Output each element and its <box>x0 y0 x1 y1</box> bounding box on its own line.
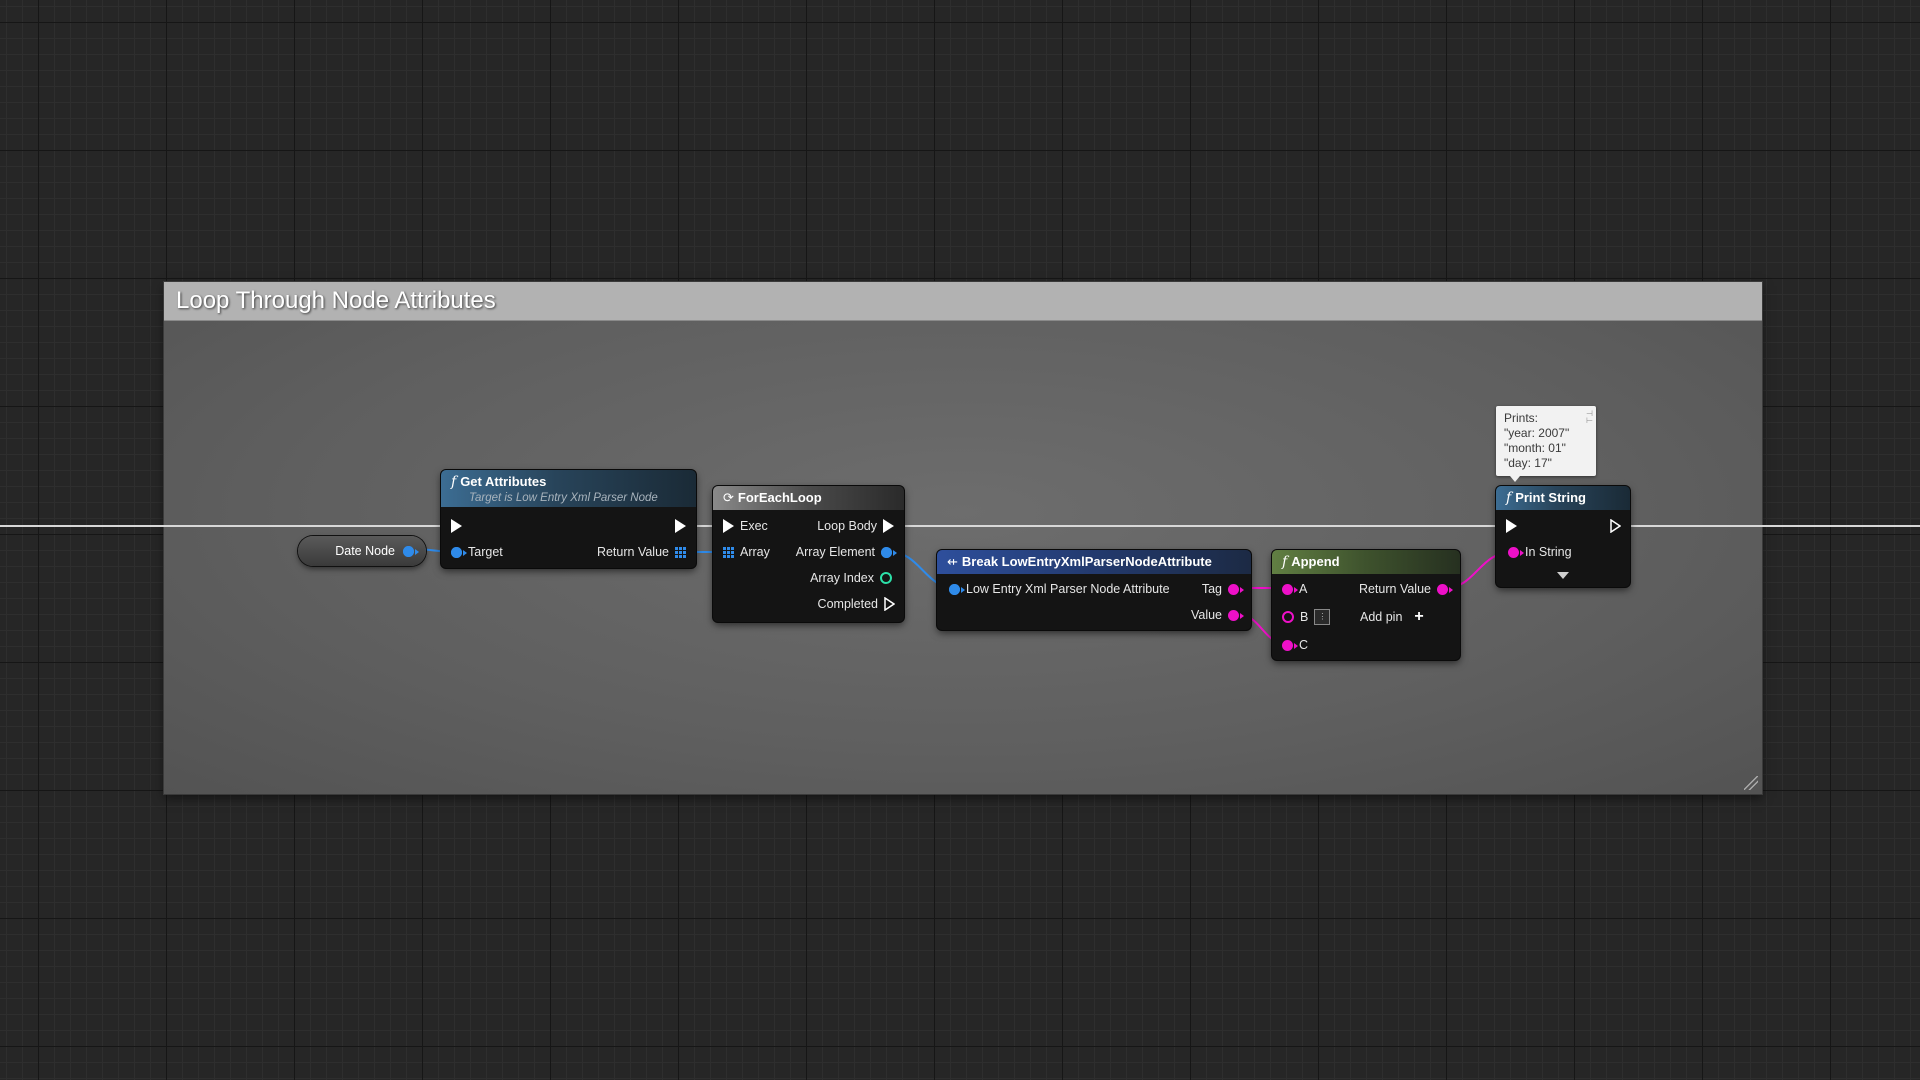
print-string-header[interactable]: f Print String <box>1496 486 1630 510</box>
get-attributes-subtitle: Target is Low Entry Xml Parser Node <box>469 492 658 504</box>
break-attribute-node[interactable]: ⇷ Break LowEntryXmlParserNodeAttribute Lo… <box>937 550 1251 630</box>
return-value-pin-label: Return Value <box>596 545 669 559</box>
foreach-exec-label: Exec <box>740 519 768 533</box>
plus-icon: + <box>1414 608 1424 625</box>
in-string-pin[interactable]: In String <box>1508 543 1578 561</box>
append-b-pin[interactable]: B ⋮ <box>1282 608 1331 626</box>
array-index-label: Array Index <box>810 571 874 585</box>
b-default-value-field[interactable]: ⋮ <box>1314 609 1331 625</box>
append-return-pin[interactable]: Return Value <box>1353 580 1453 598</box>
c-pin-label: C <box>1299 638 1309 652</box>
exec-out-icon <box>675 519 686 533</box>
exec-out-hollow-icon <box>1610 519 1621 533</box>
loop-icon: ⟳ <box>723 490 734 505</box>
break-struct-icon: ⇷ <box>947 554 958 569</box>
append-return-label: Return Value <box>1358 582 1431 596</box>
tooltip-line: "year: 2007" <box>1504 426 1570 440</box>
function-icon: f <box>1506 490 1512 506</box>
add-pin-button[interactable]: Add pin + <box>1354 608 1424 626</box>
print-exec-in-pin[interactable] <box>1506 517 1517 535</box>
date-node-label: Date Node <box>335 544 395 558</box>
foreach-exec-pin[interactable]: Exec <box>723 517 774 535</box>
exec-in-icon <box>451 519 462 533</box>
resize-grip-icon[interactable] <box>1744 776 1758 790</box>
append-return-icon <box>1437 583 1453 595</box>
in-string-icon <box>1508 546 1524 558</box>
completed-pin[interactable]: Completed <box>812 595 895 613</box>
exec-in-icon <box>723 519 734 533</box>
tooltip-line: "month: 01" <box>1504 441 1566 455</box>
append-a-pin[interactable]: A <box>1282 580 1313 598</box>
add-pin-label: Add pin <box>1360 610 1403 624</box>
b-pin-icon <box>1282 611 1294 623</box>
array-in-label: Array <box>740 545 770 559</box>
completed-label: Completed <box>817 597 878 611</box>
foreachloop-title: ForEachLoop <box>737 490 822 505</box>
a-pin-icon <box>1282 583 1298 595</box>
get-attributes-title: Get Attributes <box>460 474 547 489</box>
exec-in-icon <box>1506 519 1517 533</box>
value-label: Value <box>1190 608 1222 622</box>
exec-out-pin[interactable] <box>675 517 686 535</box>
tooltip-line: Prints: <box>1504 411 1539 425</box>
tag-icon <box>1228 583 1244 595</box>
break-attribute-header[interactable]: ⇷ Break LowEntryXmlParserNodeAttribute <box>937 550 1251 574</box>
foreachloop-header[interactable]: ⟳ ForEachLoop <box>713 486 904 510</box>
array-pin-icon <box>723 546 734 558</box>
a-pin-label: A <box>1299 582 1308 596</box>
in-string-label: In String <box>1525 545 1572 559</box>
array-element-pin[interactable]: Array Element <box>790 543 897 561</box>
date-node-output-pin[interactable] <box>403 545 419 557</box>
array-element-label: Array Element <box>795 545 875 559</box>
print-string-node[interactable]: f Print String In String <box>1496 486 1630 587</box>
print-exec-out-pin[interactable] <box>1610 517 1621 535</box>
tooltip-line: "day: 17" <box>1504 456 1552 470</box>
tooltip-tail <box>1510 476 1520 482</box>
array-index-pin[interactable]: Array Index <box>804 569 892 587</box>
get-attributes-node[interactable]: f Get Attributes Target is Low Entry Xml … <box>441 470 696 568</box>
foreachloop-node[interactable]: ⟳ ForEachLoop Exec Loop Body Array Array … <box>713 486 904 622</box>
expand-advanced-icon[interactable] <box>1557 572 1569 579</box>
array-pin-icon <box>675 546 686 558</box>
break-attribute-title: Break LowEntryXmlParserNodeAttribute <box>961 554 1212 569</box>
target-pin[interactable]: Target <box>451 543 509 561</box>
get-attributes-header[interactable]: f Get Attributes Target is Low Entry Xml … <box>441 470 696 507</box>
array-index-icon <box>880 572 892 584</box>
return-value-pin[interactable]: Return Value <box>591 543 686 561</box>
break-input-label: Low Entry Xml Parser Node Attribute <box>966 582 1170 596</box>
append-c-pin[interactable]: C <box>1282 636 1314 654</box>
append-title: Append <box>1291 554 1340 569</box>
target-pin-icon <box>451 546 467 558</box>
print-string-title: Print String <box>1515 490 1586 505</box>
exec-out-icon <box>883 519 894 533</box>
tag-pin[interactable]: Tag <box>1196 580 1244 598</box>
print-tooltip: Prints: "year: 2007" "month: 01" "day: 1… <box>1496 406 1596 476</box>
array-in-pin[interactable]: Array <box>723 543 776 561</box>
c-pin-icon <box>1282 639 1298 651</box>
exec-in-pin[interactable] <box>451 517 462 535</box>
value-pin[interactable]: Value <box>1185 606 1244 624</box>
break-input-icon <box>949 583 965 595</box>
tag-label: Tag <box>1201 582 1222 596</box>
array-element-icon <box>881 546 897 558</box>
value-icon <box>1228 609 1244 621</box>
pin-toggle-icon[interactable]: ⊣ ⊢ <box>1586 410 1593 425</box>
function-icon: f <box>1282 554 1288 570</box>
b-pin-label: B <box>1300 610 1309 624</box>
loop-body-pin[interactable]: Loop Body <box>811 517 894 535</box>
append-header[interactable]: f Append <box>1272 550 1460 574</box>
date-node-variable[interactable]: Date Node <box>298 536 426 566</box>
break-input-pin[interactable]: Low Entry Xml Parser Node Attribute <box>949 580 1176 598</box>
exec-out-hollow-icon <box>884 597 895 611</box>
function-icon: f <box>451 474 457 490</box>
append-node[interactable]: f Append A Return Value B ⋮ Add pin + C <box>1272 550 1460 660</box>
comment-title[interactable]: Loop Through Node Attributes <box>164 282 1762 321</box>
loop-body-label: Loop Body <box>817 519 877 533</box>
target-pin-label: Target <box>468 545 503 559</box>
